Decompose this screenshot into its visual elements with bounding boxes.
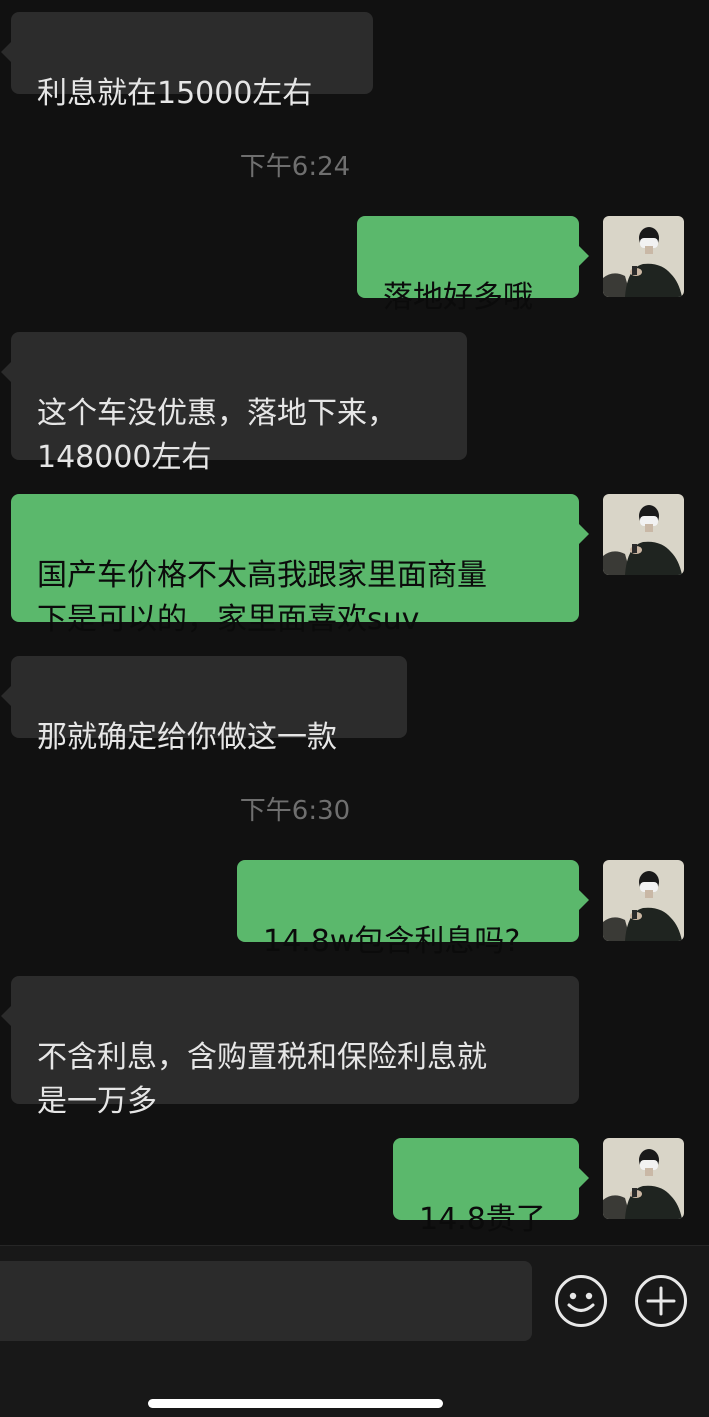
message-text: 不含利息，含购置税和保险利息就 是一万多 xyxy=(37,1040,487,1119)
smiley-face-icon[interactable] xyxy=(554,1274,608,1328)
message-bubble-outgoing[interactable]: 落地好多哦 xyxy=(357,216,589,315)
plus-circle-icon[interactable] xyxy=(634,1274,688,1328)
message-bubble-incoming[interactable]: 利息就在15000左右 xyxy=(1,12,373,111)
timestamp: 下午6:30 xyxy=(239,796,351,826)
chat-screen: 利息就在15000左右 下午6:24 落地好多哦 这个车没优惠，落地下来， 14… xyxy=(0,0,709,1417)
message-bubble-outgoing[interactable]: 国产车价格不太高我跟家里面商量 下是可以的，家里面喜欢suv xyxy=(11,494,589,637)
message-bubble-outgoing[interactable]: 14.8贵了 xyxy=(393,1138,589,1237)
message-text: 国产车价格不太高我跟家里面商量 下是可以的，家里面喜欢suv xyxy=(37,558,487,637)
message-bubble-incoming[interactable]: 不含利息，含购置税和保险利息就 是一万多 xyxy=(1,976,579,1119)
message-text: 这个车没优惠，落地下来， 148000左右 xyxy=(37,396,397,475)
avatar[interactable] xyxy=(603,494,684,575)
message-input[interactable] xyxy=(0,1261,532,1341)
timestamp: 下午6:24 xyxy=(239,152,351,182)
message-text: 落地好多哦 xyxy=(383,280,533,315)
avatar[interactable] xyxy=(603,216,684,297)
message-text: 那就确定给你做这一款 xyxy=(37,720,337,755)
message-text: 14.8w包含利息吗? xyxy=(263,924,521,959)
message-bubble-outgoing[interactable]: 14.8w包含利息吗? xyxy=(237,860,589,959)
input-bar xyxy=(0,1245,709,1417)
message-text: 利息就在15000左右 xyxy=(37,76,313,111)
message-bubble-incoming[interactable]: 这个车没优惠，落地下来， 148000左右 xyxy=(1,332,467,475)
avatar[interactable] xyxy=(603,860,684,941)
home-indicator[interactable] xyxy=(148,1399,443,1408)
message-text: 14.8贵了 xyxy=(419,1202,546,1237)
message-bubble-incoming[interactable]: 那就确定给你做这一款 xyxy=(1,656,407,755)
avatar[interactable] xyxy=(603,1138,684,1219)
